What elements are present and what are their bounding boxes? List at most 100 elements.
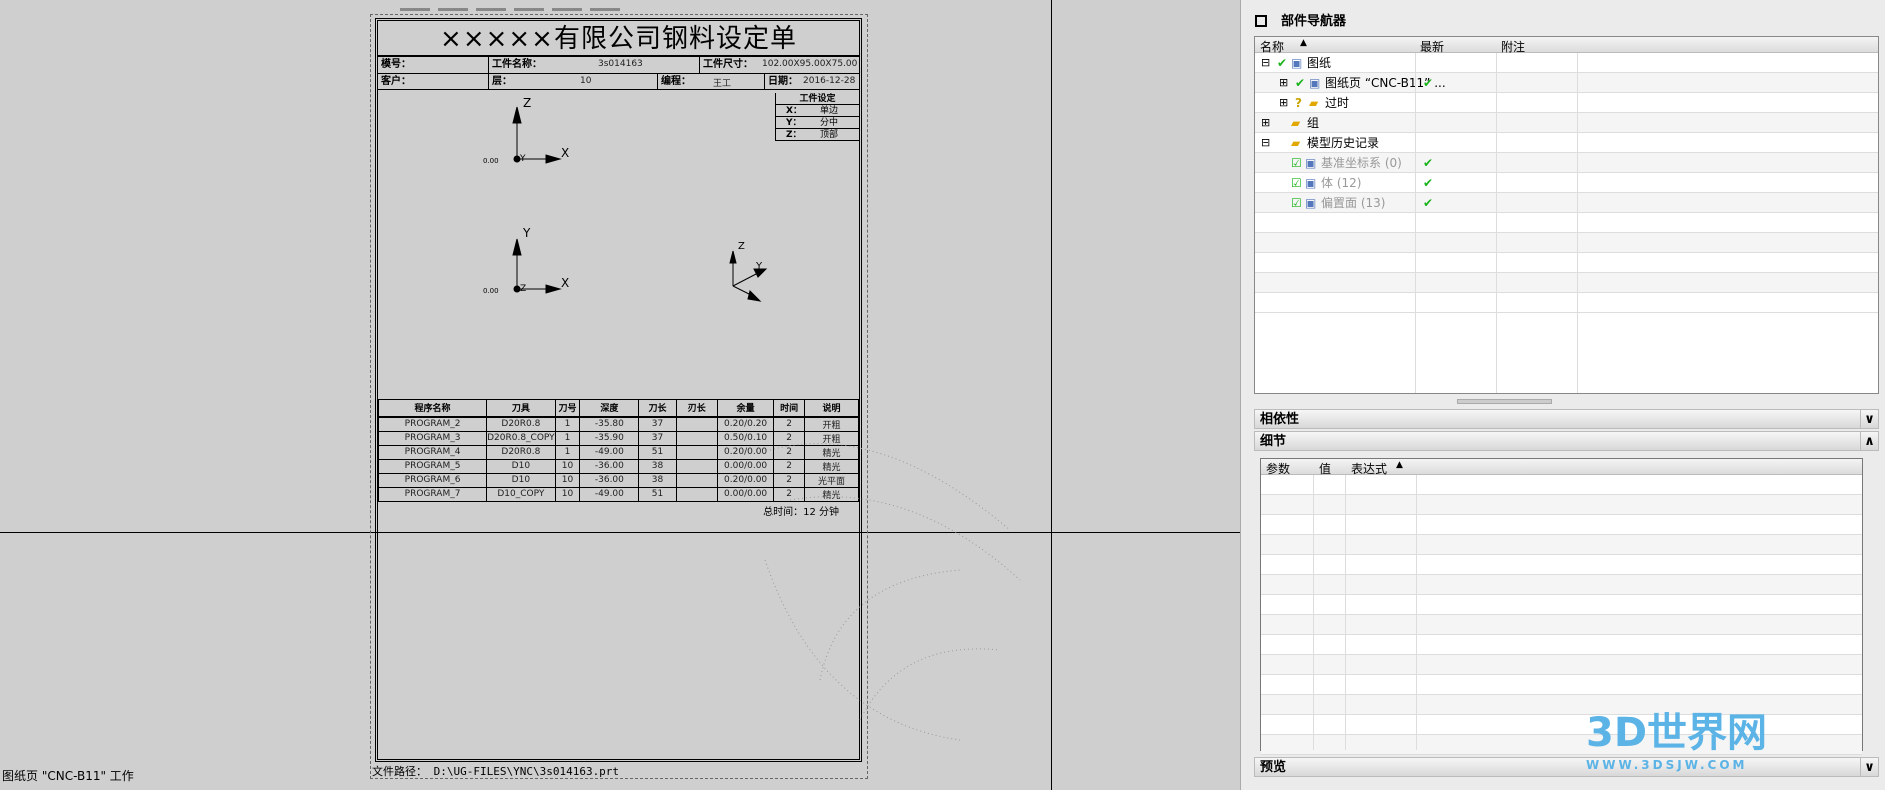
table-cell: PROGRAM_7 xyxy=(377,486,488,502)
expand-toggle-icon[interactable]: ⊟ xyxy=(1261,133,1270,153)
tree-item-label: 偏置面 (13) xyxy=(1321,196,1386,210)
table-cell: -36.00 xyxy=(579,472,640,488)
latest-check-icon: ✔ xyxy=(1423,76,1434,90)
empty-row xyxy=(1261,575,1862,595)
tree-item-label: 组 xyxy=(1307,116,1320,130)
tree-item[interactable]: ⊞ ▰ 组 xyxy=(1255,113,1878,133)
axis-z-label: Z xyxy=(523,96,531,110)
table-cell: D10 xyxy=(486,458,556,474)
empty-row xyxy=(1261,615,1862,635)
table-header: 刀长 xyxy=(638,399,677,418)
navigator-header[interactable]: 部件导航器 xyxy=(1255,10,1346,29)
details-section[interactable]: 细节 ∧ xyxy=(1254,431,1879,451)
table-header: 刃长 xyxy=(675,399,718,418)
status-icon[interactable]: ? xyxy=(1295,93,1302,113)
status-icon[interactable]: ☑ xyxy=(1291,153,1302,173)
axis-z2-label: Z xyxy=(520,284,526,294)
empty-row xyxy=(1261,675,1862,695)
preview-label: 预览 xyxy=(1260,760,1287,775)
empty-row xyxy=(1261,735,1862,755)
tree-item[interactable]: ☑ ▣ 基准坐标系 (0) ✔ xyxy=(1255,153,1878,173)
empty-row xyxy=(1261,515,1862,535)
status-icon[interactable]: ☑ xyxy=(1291,193,1302,213)
layer-value: 10 xyxy=(580,76,592,86)
empty-row xyxy=(1255,213,1878,233)
folder-icon: ▰ xyxy=(1309,96,1319,110)
empty-row xyxy=(1255,233,1878,253)
expand-toggle-icon[interactable]: ⊞ xyxy=(1279,73,1288,93)
tree-item[interactable]: ⊞? ▰ 过时 xyxy=(1255,93,1878,113)
axis-x-label: X xyxy=(561,146,569,160)
chevron-up-icon[interactable]: ∧ xyxy=(1860,432,1878,450)
dependency-label: 相依性 xyxy=(1260,412,1300,427)
empty-row xyxy=(1261,635,1862,655)
table-cell: D20R0.8 xyxy=(486,416,556,432)
table-cell: 1 xyxy=(554,444,581,460)
details-table[interactable]: 参数 值 表达式 ▲ xyxy=(1260,458,1863,755)
table-cell xyxy=(675,430,718,446)
table-cell: 38 xyxy=(638,472,677,488)
node-icon: ▣ xyxy=(1305,156,1317,170)
table-cell: 51 xyxy=(638,444,677,460)
sort-asc-icon[interactable]: ▲ xyxy=(1300,38,1307,48)
sort-asc-icon[interactable]: ▲ xyxy=(1396,460,1403,470)
empty-row xyxy=(1261,655,1862,675)
table-cell: -36.00 xyxy=(579,458,640,474)
table-cell: 1 xyxy=(554,430,581,446)
node-icon: ▣ xyxy=(1305,176,1317,190)
table-cell: PROGRAM_2 xyxy=(377,416,488,432)
tree-item-label: 基准坐标系 (0) xyxy=(1321,156,1402,170)
part-name-value: 3s014163 xyxy=(598,59,643,69)
folder-icon: ▰ xyxy=(1291,116,1301,130)
table-header: 深度 xyxy=(579,399,640,418)
splitter-handle[interactable] xyxy=(1457,399,1552,404)
latest-check-icon: ✔ xyxy=(1423,196,1434,210)
table-header: 说明 xyxy=(803,399,860,418)
tree-item[interactable]: ⊟ ✔ ▣ 图纸 xyxy=(1255,53,1878,73)
axis-y2-label: Y xyxy=(522,226,531,240)
tree-item[interactable]: ⊟ ▰ 模型历史记录 xyxy=(1255,133,1878,153)
watermark-logo: 3D世界网 WWW.3DSJW.COM xyxy=(1586,710,1768,772)
status-icon[interactable]: ✔ xyxy=(1277,53,1287,73)
axis-triads: Z X Y 0.00 Y X Z 0.00 Z Y xyxy=(483,96,768,302)
empty-row xyxy=(1261,715,1862,735)
empty-row xyxy=(1255,273,1878,293)
table-header: 刀号 xyxy=(554,399,581,418)
chevron-down-icon[interactable]: ∨ xyxy=(1860,758,1878,776)
latest-check-icon: ✔ xyxy=(1423,156,1434,170)
tree-item[interactable]: ⊞ ✔ ▣ 图纸页 “CNC-B11” ... ✔ xyxy=(1255,73,1878,93)
dependency-section[interactable]: 相依性 ∨ xyxy=(1254,409,1879,429)
tree-item[interactable]: ☑ ▣ 偏置面 (13) ✔ xyxy=(1255,193,1878,213)
window-icon[interactable] xyxy=(1255,15,1267,27)
navigator-tree[interactable]: 名称 ▲ 最新 附注 ⊟ ✔ ▣ 图纸 ⊞ ✔ ▣ 图纸页 “CNC-B11” ... ✔ ⊞? ▰ 过… xyxy=(1254,36,1879,394)
chevron-down-icon[interactable]: ∨ xyxy=(1860,410,1878,428)
table-cell: D20R0.8_COPY xyxy=(486,430,556,446)
expand-toggle-icon[interactable]: ⊞ xyxy=(1261,113,1270,133)
expand-toggle-icon[interactable]: ⊟ xyxy=(1261,53,1270,73)
tree-item[interactable]: ☑ ▣ 体 (12) ✔ xyxy=(1255,173,1878,193)
status-icon[interactable]: ✔ xyxy=(1295,73,1305,93)
empty-row xyxy=(1261,595,1862,615)
empty-row xyxy=(1261,475,1862,495)
table-cell xyxy=(675,458,718,474)
table-cell: 37 xyxy=(638,430,677,446)
tree-item-label: 图纸 xyxy=(1307,56,1332,70)
table-cell: 10 xyxy=(554,458,581,474)
empty-row xyxy=(1261,495,1862,515)
preview-section[interactable]: 预览 ∨ xyxy=(1254,757,1879,777)
tree-item-label: 过时 xyxy=(1325,96,1350,110)
status-icon[interactable]: ☑ xyxy=(1291,173,1302,193)
expand-toggle-icon[interactable]: ⊞ xyxy=(1279,93,1288,113)
node-icon: ▣ xyxy=(1309,76,1321,90)
table-cell: 1 xyxy=(554,416,581,432)
node-icon: ▣ xyxy=(1305,196,1317,210)
empty-row xyxy=(1261,535,1862,555)
empty-row xyxy=(1255,293,1878,313)
table-cell: -49.00 xyxy=(579,444,640,460)
folder-icon: ▰ xyxy=(1291,136,1301,150)
navigator-title: 部件导航器 xyxy=(1281,14,1347,29)
table-cell: -35.80 xyxy=(579,416,640,432)
toolbar-remnant xyxy=(400,0,660,11)
node-icon: ▣ xyxy=(1291,56,1303,70)
table-cell: 38 xyxy=(638,458,677,474)
